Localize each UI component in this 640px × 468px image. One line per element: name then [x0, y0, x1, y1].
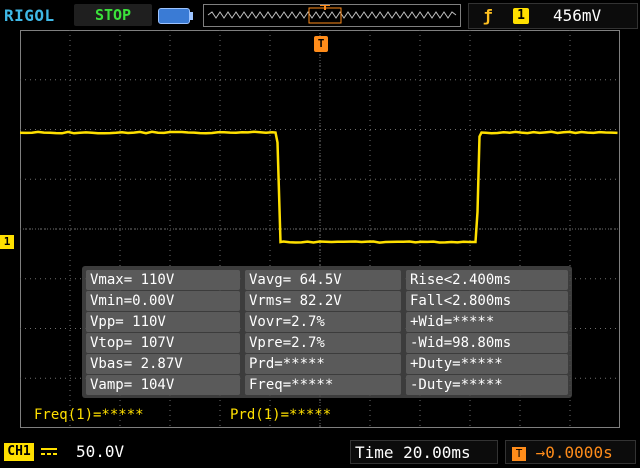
ch1-badge[interactable]: CH1 [4, 443, 34, 461]
measurement-cell: Freq=***** [245, 375, 401, 395]
frequency-counter: Freq(1)=***** [34, 407, 144, 423]
measurement-cell: Vmin=0.00V [86, 291, 240, 311]
measurement-cell: Vmax= 110V [86, 270, 240, 290]
battery-icon [158, 8, 190, 24]
measurement-cell: Vovr=2.7% [245, 312, 401, 332]
measurement-panel: Vmax= 110V Vavg= 64.5V Rise<2.400ms Vmin… [82, 266, 572, 398]
measurement-cell: Vrms= 82.2V [245, 291, 401, 311]
vertical-scale-value[interactable]: 50.0V [76, 442, 124, 461]
measurement-cell: Vbas= 2.87V [86, 354, 240, 374]
trigger-offset-value[interactable]: T →0.0000s [505, 440, 636, 464]
measurement-cell: Rise<2.400ms [406, 270, 568, 290]
trigger-position-marker[interactable]: T [314, 36, 328, 52]
memory-overview-waveform [204, 5, 460, 26]
measurement-cell: -Duty=***** [406, 375, 568, 395]
trigger-level-value: 456mV [553, 6, 601, 25]
top-status-bar: RIGOL STOP ƒ 1 456mV [0, 0, 640, 30]
trigger-info[interactable]: ƒ 1 456mV [468, 3, 638, 29]
ch1-trace [20, 132, 618, 243]
dc-coupling-icon [40, 443, 58, 461]
brand-logo: RIGOL [4, 6, 55, 25]
measurement-cell: Vavg= 64.5V [245, 270, 401, 290]
trigger-source-badge: 1 [513, 8, 529, 24]
measurement-cell: Fall<2.800ms [406, 291, 568, 311]
ch1-offset-marker[interactable]: 1 [0, 235, 14, 249]
measurement-cell: +Duty=***** [406, 354, 568, 374]
measurement-cell: Vamp= 104V [86, 375, 240, 395]
timebase-value[interactable]: Time 20.00ms [350, 440, 498, 464]
trigger-offset-icon: T [512, 447, 526, 461]
measurement-cell: Vpp= 110V [86, 312, 240, 332]
measurement-cell: Vpre=2.7% [245, 333, 401, 353]
measurement-cell: Prd=***** [245, 354, 401, 374]
trigger-offset-text: →0.0000s [536, 443, 613, 462]
measurement-cell: +Wid=***** [406, 312, 568, 332]
rising-edge-icon: ƒ [483, 6, 493, 25]
run-stop-status[interactable]: STOP [74, 4, 152, 26]
measurement-cell: -Wid=98.80ms [406, 333, 568, 353]
measurement-cell: Vtop= 107V [86, 333, 240, 353]
period-counter: Prd(1)=***** [230, 407, 331, 423]
memory-overview [203, 4, 461, 27]
bottom-status-bar: CH1 50.0V Time 20.00ms T →0.0000s [0, 436, 640, 468]
